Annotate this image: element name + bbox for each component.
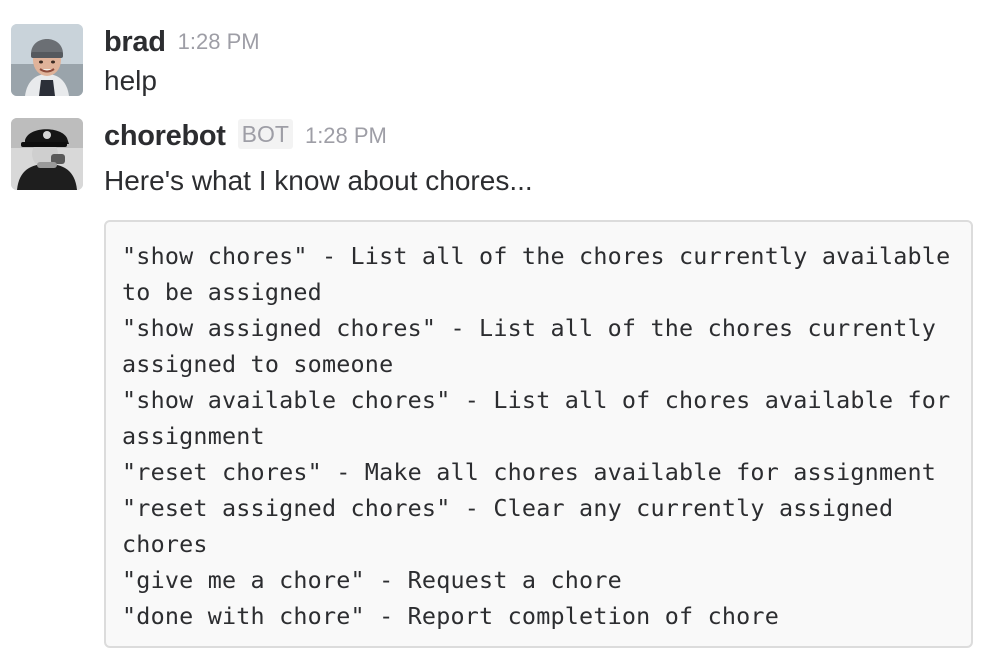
message-text: help [104, 65, 157, 96]
code-line: "show assigned chores" - List all of the… [122, 314, 937, 342]
message-text: Here's what I know about chores... [104, 165, 533, 196]
timestamp[interactable]: 1:28 PM [178, 29, 260, 54]
message-header: brad 1:28 PM [104, 24, 975, 60]
code-line: "reset assigned chores" - Clear any curr… [122, 494, 894, 522]
user-avatar-icon [11, 24, 83, 96]
code-line: assigned to someone [122, 350, 394, 378]
username[interactable]: brad [104, 26, 166, 58]
code-line: "show chores" - List all of the chores c… [122, 242, 951, 270]
timestamp[interactable]: 1:28 PM [305, 123, 387, 148]
message-brad: brad 1:28 PM help [0, 24, 987, 104]
bot-badge: BOT [237, 119, 293, 149]
code-line: "done with chore" - Report completion of… [122, 602, 779, 630]
code-line: "give me a chore" - Request a chore [122, 566, 622, 594]
code-block: "show chores" - List all of the chores c… [104, 220, 973, 648]
avatar-chorebot[interactable] [11, 118, 83, 190]
code-line: chores [122, 530, 208, 558]
code-line: assignment [122, 422, 265, 450]
code-line: "show available chores" - List all of ch… [122, 386, 951, 414]
bot-avatar-icon [11, 118, 83, 190]
avatar-brad[interactable] [11, 24, 83, 96]
code-line: "reset chores" - Make all chores availab… [122, 458, 937, 486]
code-line: to be assigned [122, 278, 322, 306]
message-chorebot: chorebot BOT 1:28 PM Here's what I know ab… [0, 118, 987, 208]
message-header: chorebot BOT 1:28 PM [104, 118, 975, 154]
username[interactable]: chorebot [104, 120, 226, 152]
